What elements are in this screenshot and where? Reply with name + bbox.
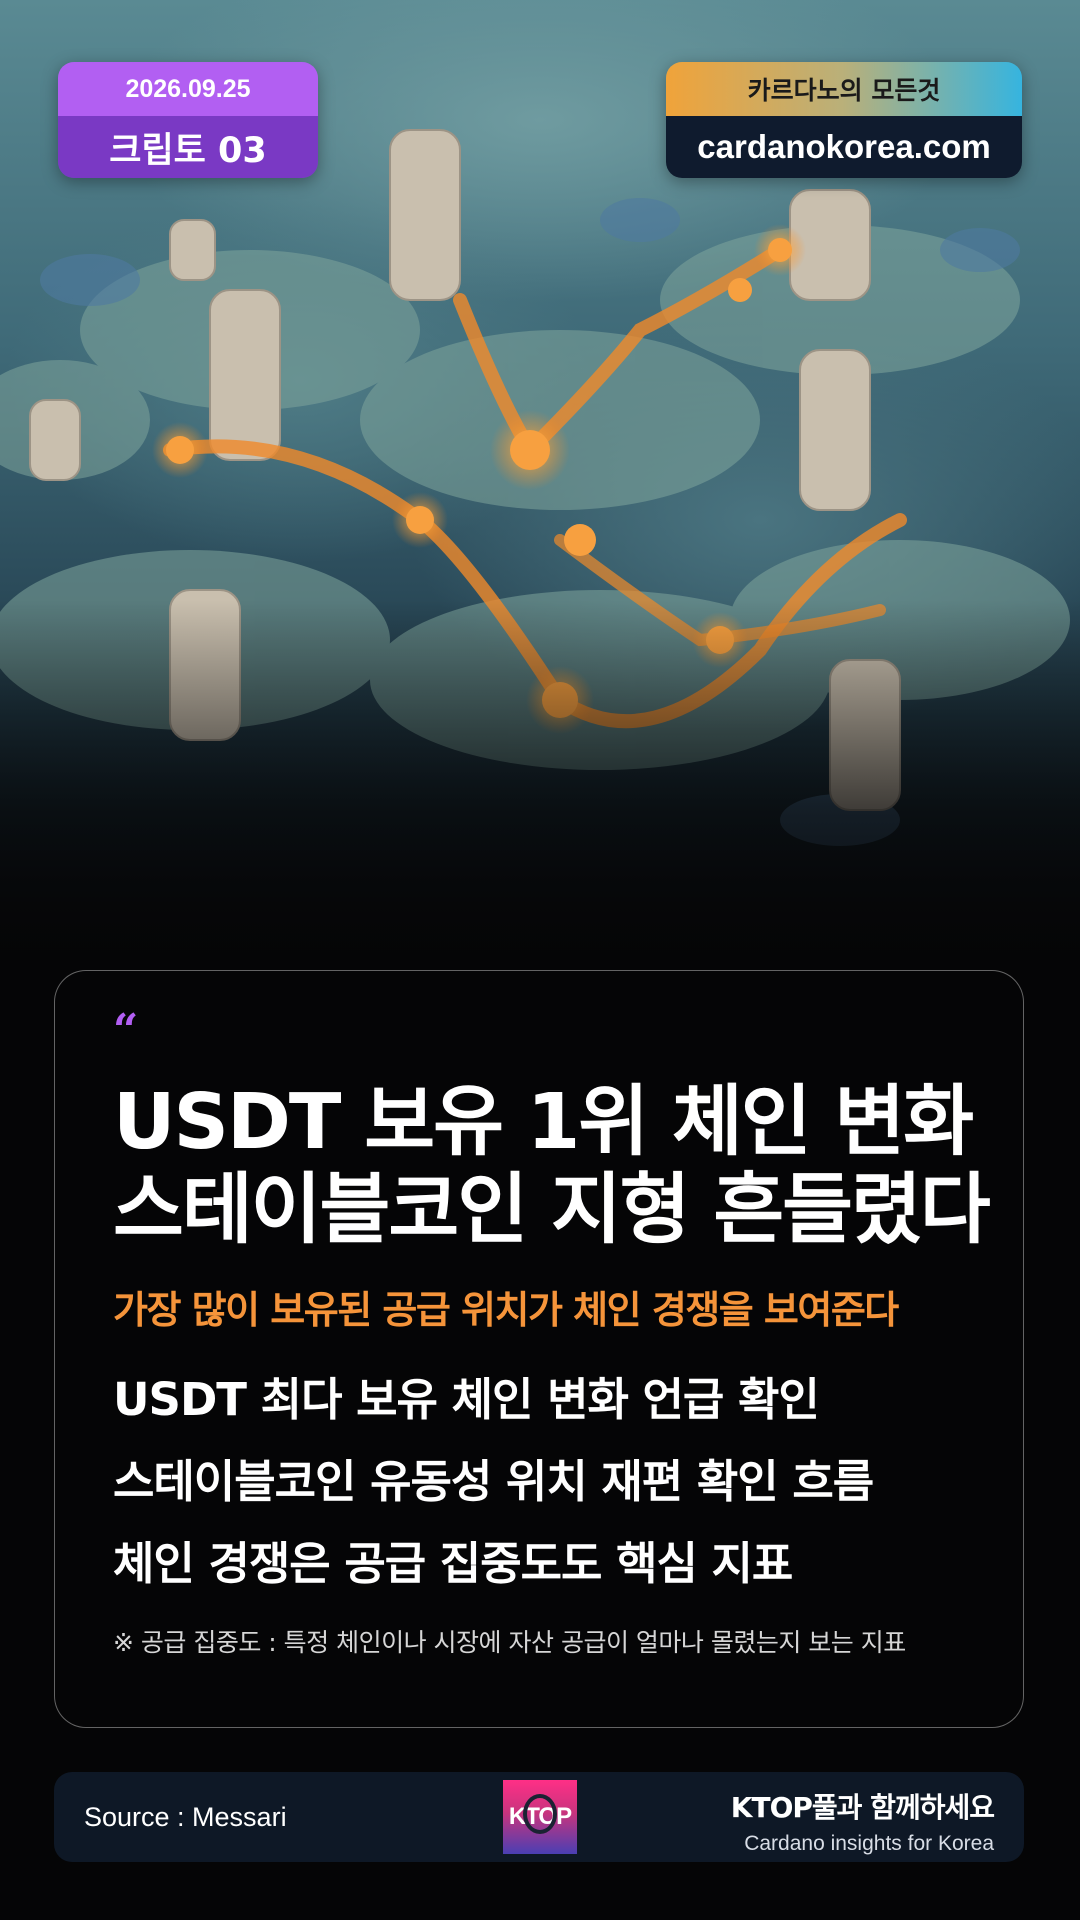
headline-line-1: USDT 보유 1위 체인 변화	[113, 1078, 974, 1167]
site-tagline: 카르다노의 모든것	[666, 62, 1022, 116]
hero-fade-overlay	[0, 600, 1080, 980]
ktop-logo: KTOP	[503, 1780, 577, 1854]
brand-title: KTOP풀과 함께하세요	[730, 1791, 995, 1824]
headline-line-2: 스테이블코인 지형 흔들렸다	[113, 1166, 991, 1255]
footnote: ※ 공급 집중도 : 특정 체인이나 시장에 자산 공급이 얼마나 몰렸는지 보…	[113, 1628, 906, 1657]
site-badge: 카르다노의 모든것 cardanokorea.com	[666, 62, 1022, 178]
site-url: cardanokorea.com	[666, 116, 1022, 178]
quote-icon: “	[113, 1005, 139, 1056]
series-label: 크립토 03	[58, 116, 318, 178]
date-badge: 2026.09.25 크립토 03	[58, 62, 318, 178]
key-points: USDT 최다 보유 체인 변화 언급 확인 스테이블코인 유동성 위치 재편 …	[113, 1363, 993, 1609]
key-point: 체인 경쟁은 공급 집중도도 핵심 지표	[113, 1537, 793, 1590]
logo-ring-icon	[523, 1794, 557, 1834]
brand-block: KTOP풀과 함께하세요 Cardano insights for Korea	[730, 1786, 995, 1856]
key-point: 스테이블코인 유동성 위치 재편 확인 흐름	[113, 1455, 874, 1508]
date-text: 2026.09.25	[58, 62, 318, 116]
news-card: “ USDT 보유 1위 체인 변화 스테이블코인 지형 흔들렸다 가장 많이 …	[54, 970, 1024, 1728]
brand-subtitle: Cardano insights for Korea	[744, 1832, 994, 1855]
headline: USDT 보유 1위 체인 변화 스테이블코인 지형 흔들렸다	[113, 1079, 993, 1255]
key-point: USDT 최다 보유 체인 변화 언급 확인	[113, 1373, 820, 1426]
source-text: Source : Messari	[84, 1801, 287, 1832]
footer-bar: Source : Messari KTOP KTOP풀과 함께하세요 Carda…	[54, 1772, 1024, 1862]
subheadline: 가장 많이 보유된 공급 위치가 체인 경쟁을 보여준다	[113, 1288, 899, 1332]
